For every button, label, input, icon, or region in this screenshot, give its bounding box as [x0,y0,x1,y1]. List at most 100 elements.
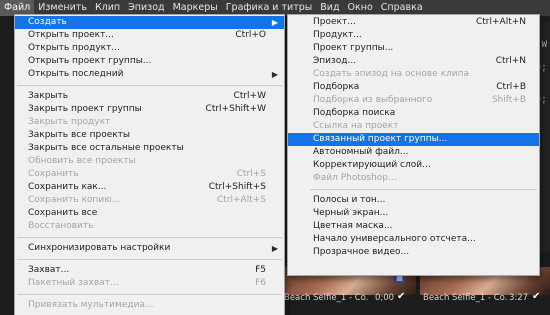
panel-fragment: W [541,40,547,50]
menu-separator [17,85,282,86]
menu-item-label: Файл Photoshop... [313,173,397,183]
menu-item-open-production[interactable]: Открыть продукт... [15,42,284,55]
menu-item-save-as[interactable]: Сохранить как... Ctrl+Shift+S [15,181,284,194]
menu-item-new-team-project[interactable]: Проект группы... [288,42,539,55]
menu-item-shortcut: Ctrl+S [236,169,266,179]
menu-item-new[interactable]: Создать ▶ [15,16,284,29]
menu-item-label: Проект группы... [313,43,394,53]
menu-item-close-all-projects[interactable]: Закрыть все проекты [15,129,284,142]
menu-item-shortcut: Ctrl+B [496,82,526,92]
chevron-right-icon: ▶ [271,244,278,253]
menu-item-sequence-from-clip: Создать эпизод на основе клипа [288,68,539,81]
menu-item-label: Сохранить [28,169,79,179]
menu-item-adjustment-layer[interactable]: Корректирующий слой... [288,159,539,172]
menu-item-color-matte[interactable]: Цветная маска... [288,220,539,233]
chevron-right-icon: ▶ [271,70,278,79]
menu-item-close-team-project[interactable]: Закрыть проект группы Ctrl+Shift+W [15,103,284,116]
checkmark-icon: ✔ [532,291,541,302]
menu-item-label: Пакетный захват... [28,278,119,288]
menu-item-label: Проект... [313,17,356,27]
menu-item-project-shortcut: Ссылка на проект [288,120,539,133]
menu-item-capture[interactable]: Захват... F5 [15,264,284,277]
menu-item-shortcut: Ctrl+W [233,91,266,101]
menu-item-open-team-project[interactable]: Открыть проект группы... [15,55,284,68]
menu-item-photoshop-file: Файл Photoshop... [288,172,539,185]
menu-item-label: Закрыть [28,91,69,101]
menu-item-new-project[interactable]: Проект... Ctrl+Alt+N [288,16,539,29]
menu-item-shortcut: F6 [255,278,266,288]
menu-item-batch-capture: Пакетный захват... F6 [15,277,284,290]
menu-separator [17,294,282,295]
menu-item-close-other-projects[interactable]: Закрыть все остальные проекты [15,142,284,155]
menu-item-label: Закрыть все проекты [28,130,131,140]
menu-item-new-sequence[interactable]: Эпизод... Ctrl+N [288,55,539,68]
menu-separator [17,259,282,260]
menu-item-refresh-all: Обновить все проекты [15,155,284,168]
menu-item-label: Открыть последний [28,69,124,79]
menu-item-shortcut: Ctrl+N [495,56,526,66]
menu-item-label: Автономный файл... [313,147,409,157]
clip-name: Beach Selfie_1 - Co... [423,293,508,303]
menu-item-label: Закрыть продукт [28,117,111,127]
menu-item-close-production: Закрыть продукт [15,116,284,129]
menu-item-shortcut: Ctrl+Shift+W [205,104,266,114]
menu-item-label: Прозрачное видео... [313,247,410,257]
menu-item-label: Закрыть проект группы [28,104,142,114]
menu-item-save-copy: Сохранить копию... Ctrl+Alt+S [15,194,284,207]
menu-item-label: Эпизод... [313,56,357,66]
menu-item-sync-settings[interactable]: Синхронизировать настройки ▶ [15,242,284,255]
menu-item-new-production[interactable]: Продукт... [288,29,539,42]
menu-item-label: Подборка из выбранного [313,95,433,105]
menu-item-open-project[interactable]: Открыть проект... Ctrl+O [15,29,284,42]
menu-item-label: Захват... [28,265,70,275]
menu-item-transparent-video[interactable]: Прозрачное видео... [288,246,539,259]
checkmark-icon: ✔ [397,291,406,302]
menu-item-shortcut: F5 [255,265,266,275]
menu-item-shortcut: Ctrl+Alt+S [217,195,266,205]
chevron-right-icon: ▶ [271,18,278,27]
menu-item-offline-file[interactable]: Автономный файл... [288,146,539,159]
menu-item-shortcut: Shift+B [491,95,526,105]
menu-separator [17,237,282,238]
menu-item-shortcut: Ctrl+O [235,30,266,40]
menu-item-label: Синхронизировать настройки [28,243,171,253]
menu-item-close[interactable]: Закрыть Ctrl+W [15,90,284,103]
clip-duration: 3:27 [509,293,529,303]
menu-item-new-bin[interactable]: Подборка Ctrl+B [288,81,539,94]
menu-item-label: Подборка поиска [313,108,396,118]
menu-item-universal-countdown[interactable]: Начало универсального отсчета... [288,233,539,246]
menu-item-label: Черный экран... [313,208,389,218]
menu-item-save-all[interactable]: Сохранить все [15,207,284,220]
menu-item-label: Полосы и тон... [313,195,386,205]
menu-item-label: Продукт... [313,30,362,40]
menu-item-search-bin[interactable]: Подборка поиска [288,107,539,120]
file-menu: Создать ▶ Открыть проект... Ctrl+O Откры… [14,14,285,315]
new-submenu: Проект... Ctrl+Alt+N Продукт... Проект г… [287,14,540,276]
menu-item-label: Открыть продукт... [28,43,120,53]
menu-item-label: Начало универсального отсчета... [313,234,476,244]
menu-item-open-recent[interactable]: Открыть последний ▶ [15,68,284,81]
menu-item-label: Сохранить копию... [28,195,121,205]
menu-item-bin-from-selection: Подборка из выбранного Shift+B [288,94,539,107]
menu-item-label: Связанный проект группы... [313,134,448,144]
menu-item-label: Создать [28,17,67,27]
menu-item-shortcut: Ctrl+Alt+N [475,17,526,27]
menu-item-label: Цветная маска... [313,221,393,231]
menu-item-label: Открыть проект группы... [28,56,152,66]
clip-duration: 0;00 [375,293,395,303]
menu-separator [310,189,537,190]
menu-item-bars-and-tone[interactable]: Полосы и тон... [288,194,539,207]
menu-item-save: Сохранить Ctrl+S [15,168,284,181]
menu-item-black-video[interactable]: Черный экран... [288,207,539,220]
menu-item-linked-team-project[interactable]: Связанный проект группы... [288,133,539,146]
menu-item-label: Закрыть все остальные проекты [28,143,184,153]
menu-item-label: Открыть проект... [28,30,114,40]
clip-name: Beach Selfie_1 - Co... [284,293,369,303]
menu-item-label: Восстановить [28,221,94,231]
menu-item-shortcut: Ctrl+Shift+S [208,182,266,192]
menu-item-label: Создать эпизод на основе клипа [313,69,470,79]
menu-item-label: Ссылка на проект [313,121,399,131]
menu-item-label: Подборка [313,82,360,92]
menu-item-link-media: Привязать мультимедиа... [15,299,284,312]
menu-item-label: Сохранить все [28,208,98,218]
